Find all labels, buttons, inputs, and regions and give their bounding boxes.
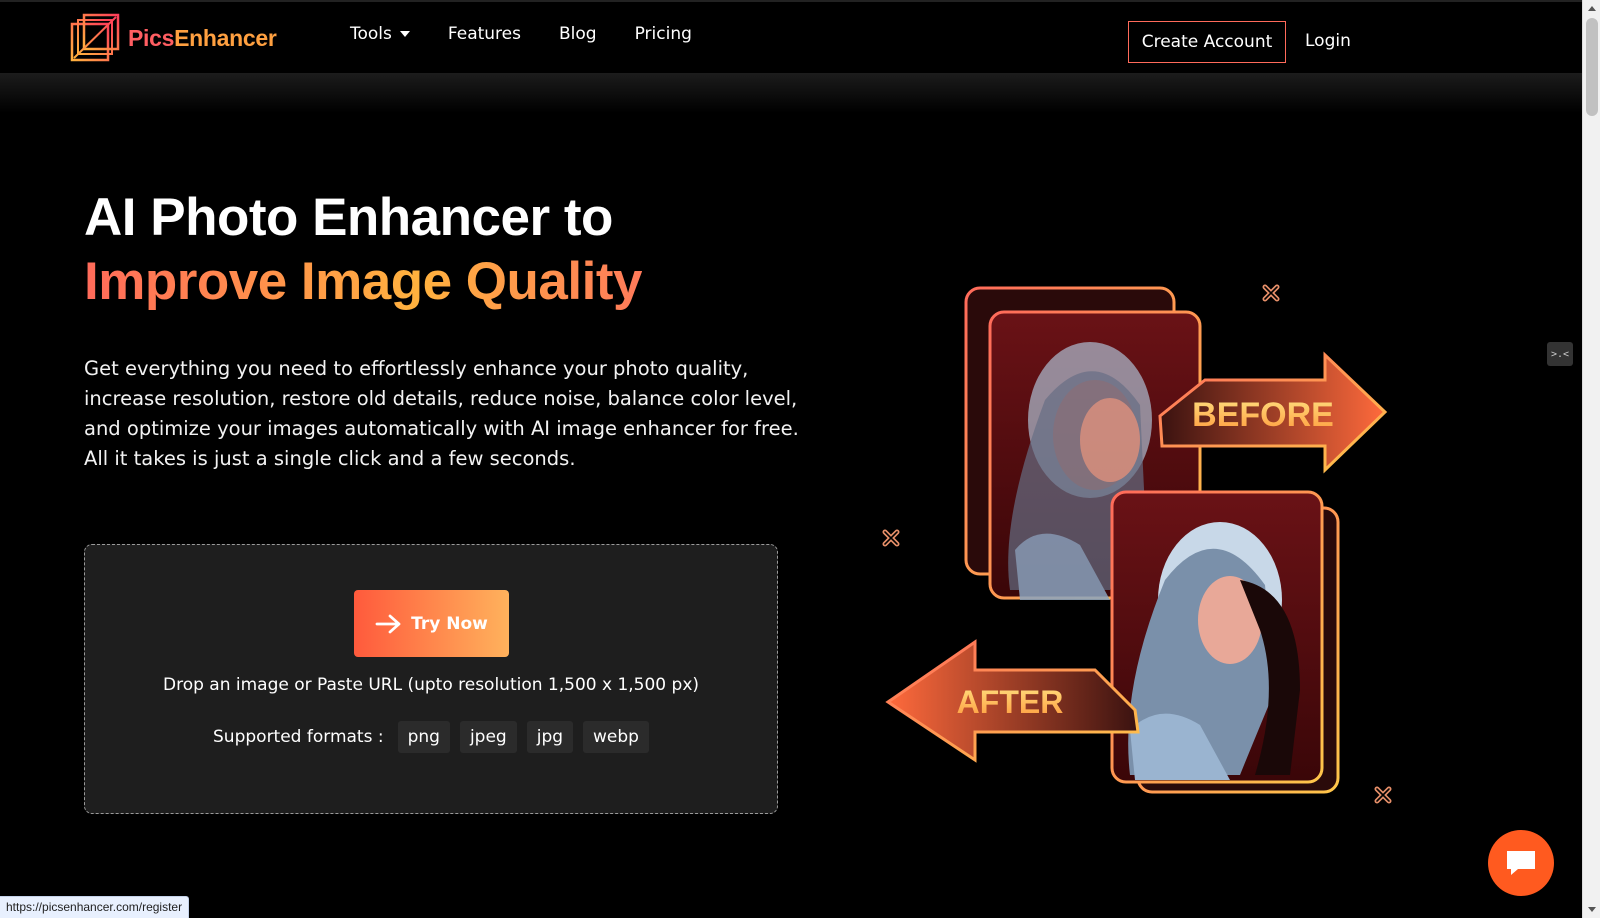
before-label: BEFORE (1192, 396, 1334, 434)
supported-formats: Supported formats : png jpeg jpg webp (85, 721, 777, 753)
format-badge: jpeg (459, 721, 517, 753)
status-bar-url: https://picsenhancer.com/register (0, 896, 190, 918)
logo-text-pics: Pics (128, 24, 175, 51)
formats-label: Supported formats : (213, 727, 384, 747)
logo-icon (70, 12, 122, 64)
format-badge: jpg (526, 721, 574, 753)
drop-instructions: Drop an image or Paste URL (upto resolut… (162, 675, 700, 695)
scroll-thumb[interactable] (1586, 18, 1598, 116)
nav-features-label: Features (447, 24, 521, 44)
login-link[interactable]: Login (1305, 31, 1351, 51)
header-shadow (0, 73, 1582, 113)
format-badge: png (397, 721, 450, 753)
try-now-label: Try Now (411, 613, 488, 634)
before-after-illustration: BEFORE AFTER (880, 270, 1440, 830)
logo[interactable]: PicsEnhancer (70, 12, 277, 64)
upload-dropzone[interactable]: Try Now Drop an image or Paste URL (upto… (84, 544, 778, 814)
nav-blog[interactable]: Blog (559, 24, 597, 44)
decorative-x-icon (1262, 284, 1280, 302)
nav-pricing-label: Pricing (634, 24, 692, 44)
logo-text: PicsEnhancer (128, 25, 277, 52)
nav-blog-label: Blog (559, 24, 597, 44)
nav-pricing[interactable]: Pricing (635, 24, 692, 44)
chevron-down-icon (399, 31, 410, 37)
scroll-up-icon[interactable] (1588, 6, 1596, 11)
main-nav: Tools Features Blog Pricing (350, 24, 692, 44)
create-account-button[interactable]: Create Account (1128, 21, 1286, 63)
decorative-x-icon (1374, 786, 1392, 804)
format-badge: webp (583, 721, 649, 753)
arrow-right-icon (375, 614, 401, 633)
side-tab-icon[interactable]: >.< (1547, 342, 1573, 366)
after-label: AFTER (957, 684, 1064, 720)
chat-icon (1507, 851, 1535, 875)
chat-button[interactable] (1488, 830, 1554, 896)
try-now-button[interactable]: Try Now (354, 590, 509, 657)
hero-title-line1: AI Photo Enhancer to (84, 188, 613, 247)
hero-title-line2: Improve Image Quality (84, 250, 642, 314)
hero-description: Get everything you need to effortlessly … (84, 357, 799, 470)
decorative-x-icon (882, 529, 900, 547)
nav-features[interactable]: Features (448, 24, 521, 44)
scroll-down-icon[interactable] (1588, 907, 1596, 912)
logo-text-enhancer: Enhancer (174, 24, 277, 51)
hero-title: AI Photo Enhancer to Improve Image Quali… (84, 186, 642, 314)
page-scrollbar[interactable] (1582, 0, 1600, 918)
nav-tools-label: Tools (350, 24, 392, 44)
nav-tools[interactable]: Tools (350, 24, 410, 44)
top-navbar: PicsEnhancer Tools Features Blog Pricing… (0, 0, 1582, 73)
